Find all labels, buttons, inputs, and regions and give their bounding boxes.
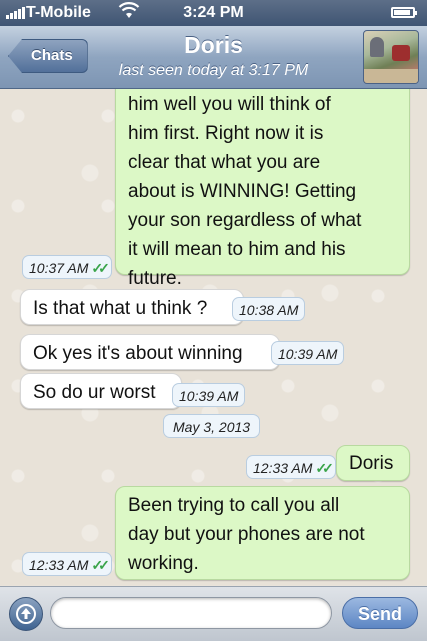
- message-input[interactable]: [50, 597, 332, 629]
- nav-bar: Chats Doris last seen today at 3:17 PM: [0, 26, 427, 89]
- message-line: it will mean to him and his: [128, 239, 346, 260]
- message-line: day but your phones are not: [128, 524, 365, 545]
- timestamp-text: 12:33 AM: [29, 557, 89, 573]
- message-text: So do ur worst: [33, 382, 156, 403]
- message-text: Ok yes it's about winning: [33, 343, 243, 364]
- message-timestamp: 10:38 AM: [232, 297, 306, 321]
- composer-bar: Send: [0, 586, 427, 641]
- timestamp-text: 10:39 AM: [179, 388, 239, 404]
- incoming-message[interactable]: Ok yes it's about winning: [20, 334, 280, 370]
- message-timestamp: 12:33 AM ✓✓: [22, 552, 112, 576]
- outgoing-message[interactable]: Been trying to call you all day but your…: [115, 486, 410, 580]
- date-text: May 3, 2013: [173, 419, 251, 435]
- message-timestamp: 10:39 AM: [172, 383, 246, 407]
- timestamp-text: 12:33 AM: [253, 460, 313, 476]
- timestamp-text: 10:39 AM: [278, 346, 338, 362]
- incoming-message[interactable]: So do ur worst: [20, 373, 182, 409]
- contact-avatar[interactable]: [363, 30, 419, 84]
- status-time: 3:24 PM: [183, 4, 244, 21]
- upload-icon[interactable]: [9, 597, 43, 631]
- timestamp-text: 10:37 AM: [29, 260, 89, 276]
- outgoing-message[interactable]: Doris: [336, 445, 410, 481]
- message-line: about is WINNING! Getting: [128, 181, 357, 202]
- message-line: your son regardless of what: [128, 210, 362, 231]
- date-separator: May 3, 2013: [163, 414, 261, 438]
- read-check-icon: ✓✓: [91, 557, 110, 573]
- message-text: Doris: [349, 453, 394, 474]
- message-line: him first. Right now it is: [128, 123, 324, 144]
- message-timestamp: 10:39 AM: [271, 341, 345, 365]
- message-line: clear that what you are: [128, 152, 321, 173]
- battery-icon: [391, 7, 417, 18]
- message-line: working.: [128, 553, 199, 574]
- timestamp-text: 10:38 AM: [239, 302, 299, 318]
- message-line: Been trying to call you all: [128, 495, 340, 516]
- message-timestamp: 10:37 AM ✓✓: [22, 255, 112, 279]
- outgoing-message[interactable]: him well you will think of him first. Ri…: [115, 89, 410, 289]
- incoming-message[interactable]: Is that what u think ?: [20, 289, 244, 325]
- status-bar: T-Mobile 3:24 PM: [0, 0, 427, 26]
- message-timestamp: 12:33 AM ✓✓: [246, 455, 336, 479]
- read-check-icon: ✓✓: [91, 260, 110, 276]
- message-line: him well you will think of: [128, 94, 331, 115]
- message-text: Is that what u think ?: [33, 298, 208, 319]
- message-list[interactable]: him well you will think of him first. Ri…: [0, 89, 427, 585]
- send-button[interactable]: Send: [342, 597, 418, 629]
- read-check-icon: ✓✓: [315, 460, 334, 476]
